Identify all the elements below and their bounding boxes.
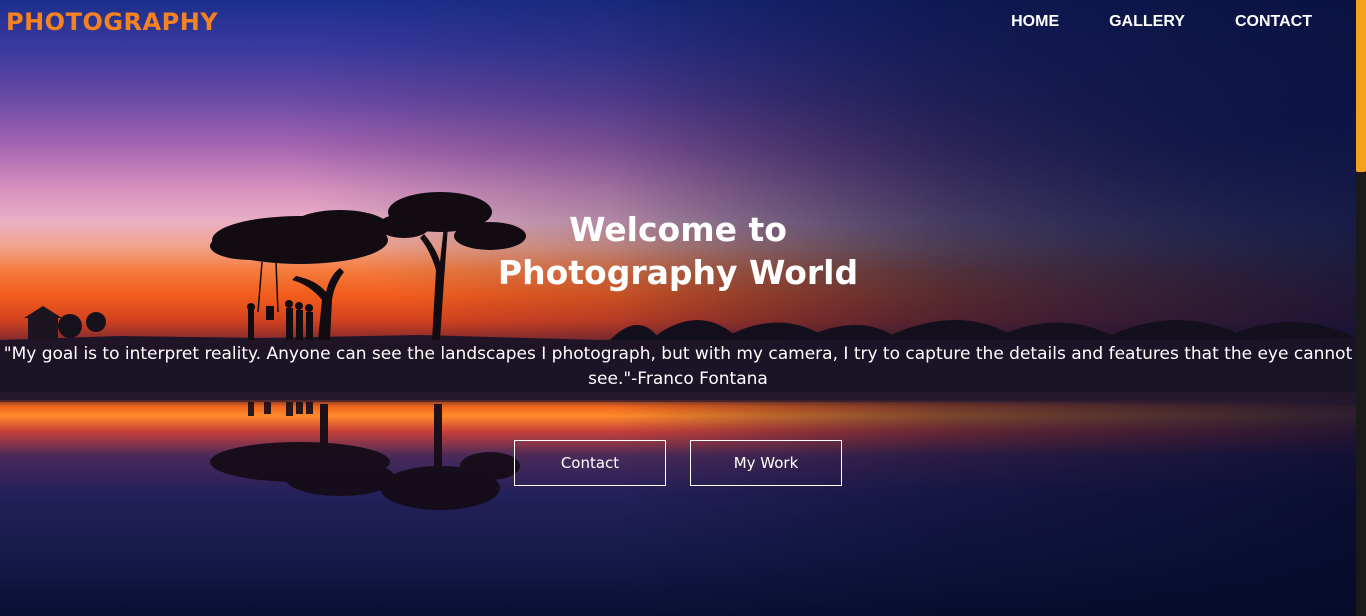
hero-title-line2: Photography World bbox=[497, 253, 859, 292]
scrollbar-thumb[interactable] bbox=[1356, 0, 1366, 172]
my-work-button[interactable]: My Work bbox=[690, 440, 842, 486]
nav-links: HOME GALLERY CONTACT bbox=[1011, 13, 1312, 31]
hero-button-row: Contact My Work bbox=[514, 440, 842, 486]
hero-title: Welcome to Photography World bbox=[0, 208, 1356, 294]
page-scrollbar[interactable] bbox=[1356, 0, 1366, 616]
navbar: PHOTOGRAPHY HOME GALLERY CONTACT bbox=[0, 0, 1356, 46]
site-logo[interactable]: PHOTOGRAPHY bbox=[6, 8, 218, 36]
nav-contact-link[interactable]: CONTACT bbox=[1235, 13, 1312, 31]
nav-home-link[interactable]: HOME bbox=[1011, 13, 1059, 31]
hero-title-line1: Welcome to bbox=[569, 210, 787, 249]
contact-button[interactable]: Contact bbox=[514, 440, 666, 486]
hero-content: Welcome to Photography World "My goal is… bbox=[0, 0, 1356, 616]
hero-quote: "My goal is to interpret reality. Anyone… bbox=[3, 344, 1353, 389]
nav-gallery-link[interactable]: GALLERY bbox=[1109, 13, 1185, 31]
